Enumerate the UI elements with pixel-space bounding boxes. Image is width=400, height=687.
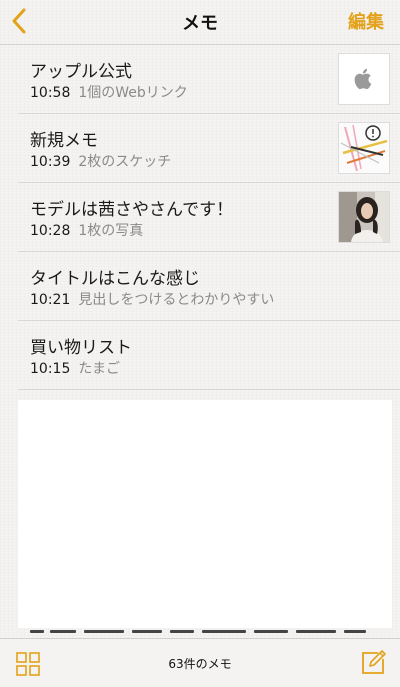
note-count: 63件のメモ: [168, 657, 232, 671]
note-meta: 10:28 1枚の写真: [30, 220, 143, 240]
link-thumbnail: [338, 53, 390, 105]
note-row[interactable]: 買い物リスト 10:15 たまご: [18, 321, 400, 390]
note-row[interactable]: タイトルはこんな感じ 10:21 見出しをつけるとわかりやすい: [18, 252, 400, 321]
sketch-thumbnail: [338, 122, 390, 174]
note-meta: 10:21 見出しをつけるとわかりやすい: [30, 289, 274, 309]
compose-icon: [362, 650, 386, 674]
note-row[interactable]: 新規メモ 10:39 2枚のスケッチ: [18, 114, 400, 183]
note-title: タイトルはこんな感じ: [30, 269, 200, 289]
note-time: 10:21: [30, 292, 71, 308]
note-preview: 見出しをつけるとわかりやすい: [78, 292, 275, 308]
note-time: 10:15: [30, 361, 71, 377]
note-preview: 2枚のスケッチ: [78, 154, 172, 170]
note-title: 買い物リスト: [30, 338, 132, 358]
note-title: 新規メモ: [30, 131, 98, 151]
note-preview: 1枚の写真: [78, 223, 144, 239]
blank-panel: [18, 400, 392, 628]
compose-button[interactable]: [359, 649, 387, 677]
note-row[interactable]: モデルは茜さやさんです！ 10:28 1枚の写真: [18, 183, 400, 252]
edit-button[interactable]: 編集: [348, 8, 384, 34]
note-preview: たまご: [78, 361, 120, 377]
note-row[interactable]: アップル公式 10:58 1個のWebリンク: [18, 45, 400, 114]
note-meta: 10:39 2枚のスケッチ: [30, 151, 171, 171]
bottom-toolbar: 63件のメモ: [0, 638, 400, 687]
portrait-photo: [339, 192, 389, 242]
note-preview: 1個のWebリンク: [78, 85, 188, 101]
note-title: アップル公式: [30, 62, 132, 82]
notes-list: アップル公式 10:58 1個のWebリンク 新規メモ 10:39 2枚のスケッチ: [0, 45, 400, 390]
nav-bar: メモ 編集: [0, 0, 400, 45]
note-time: 10:58: [30, 85, 71, 101]
note-meta: 10:15 たまご: [30, 358, 120, 378]
apple-logo-icon: [354, 68, 372, 90]
page-title: メモ: [182, 13, 218, 34]
photo-thumbnail: [338, 191, 390, 243]
note-title: モデルは茜さやさんです！: [30, 200, 234, 220]
note-time: 10:28: [30, 223, 71, 239]
note-time: 10:39: [30, 154, 71, 170]
note-meta: 10:58 1個のWebリンク: [30, 82, 188, 102]
sketch-image: [339, 123, 389, 173]
